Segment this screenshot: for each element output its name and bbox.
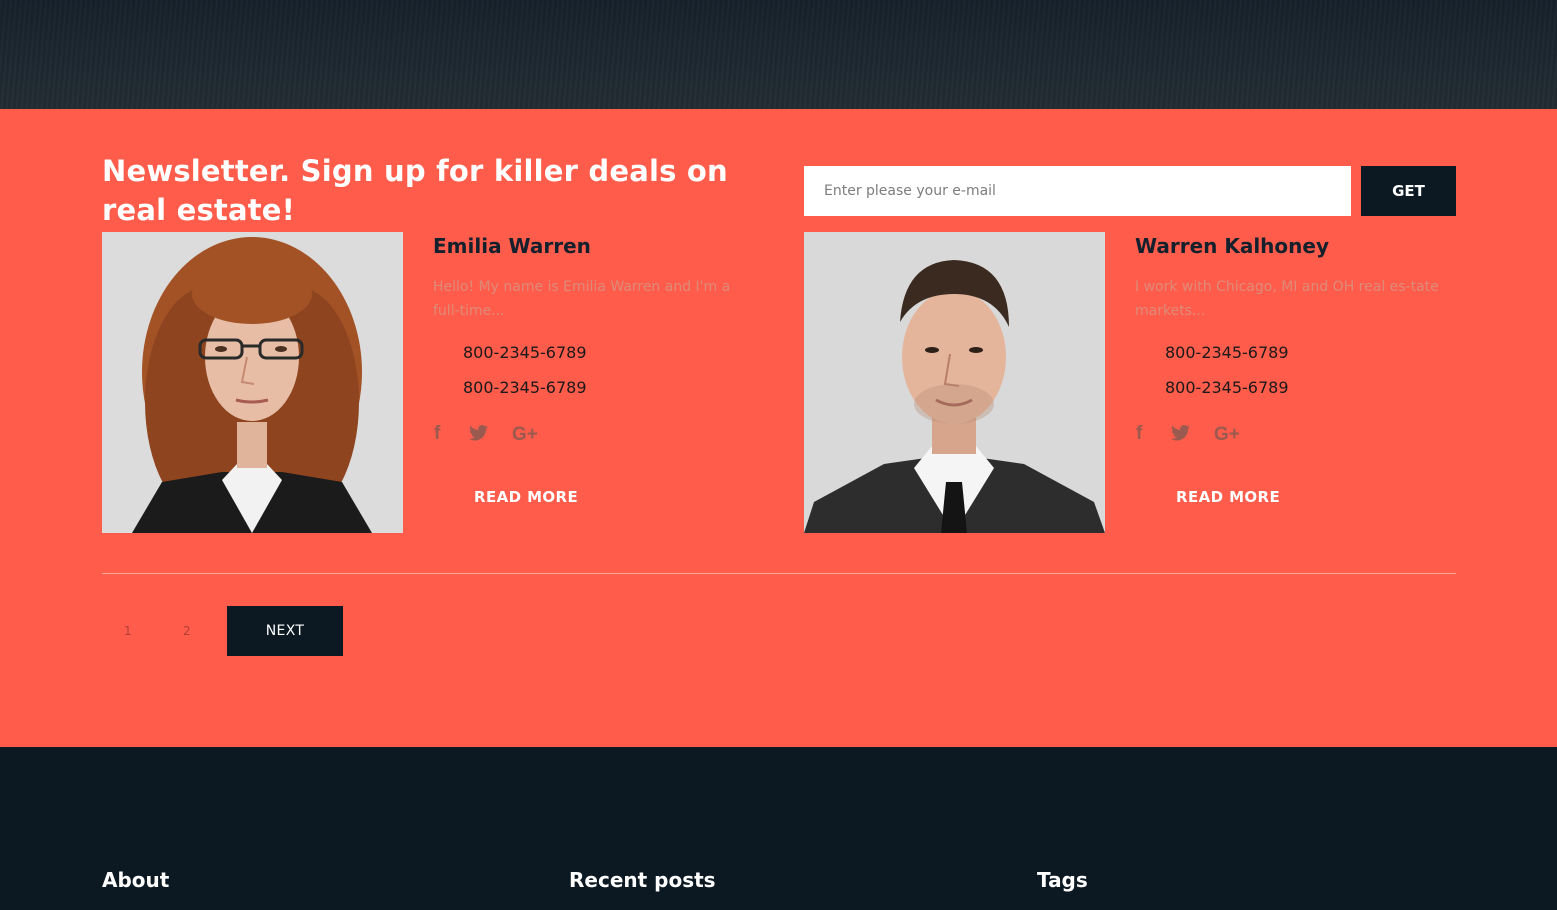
email-input[interactable] xyxy=(804,166,1351,216)
footer-about-heading: About xyxy=(102,868,170,892)
get-button[interactable]: GET xyxy=(1361,166,1456,216)
hero-texture xyxy=(0,0,1557,109)
facebook-icon[interactable]: f xyxy=(1136,423,1142,445)
page-link-2[interactable]: 2 xyxy=(183,624,191,638)
agent-portrait-image xyxy=(102,232,403,533)
agent-phone-secondary[interactable]: 800-2345-6789 xyxy=(1165,378,1289,397)
agent-bio: I work with Chicago, MI and OH real es-t… xyxy=(1135,279,1439,319)
google-plus-icon[interactable]: G+ xyxy=(512,424,538,446)
next-page-button[interactable]: NEXT xyxy=(227,606,343,656)
agent-photo-warren-kalhoney[interactable] xyxy=(804,232,1105,533)
footer-tags-heading: Tags xyxy=(1037,868,1088,892)
agent-bio: Hello! My name is Emilia Warren and I'm … xyxy=(433,279,731,319)
agent-phone-primary[interactable]: 800-2345-6789 xyxy=(463,343,587,362)
read-more-link[interactable]: READ MORE xyxy=(1176,488,1280,506)
page-link-1[interactable]: 1 xyxy=(124,624,132,638)
footer-recent-posts-heading: Recent posts xyxy=(569,868,716,892)
newsletter-title: Newsletter. Sign up for killer deals on … xyxy=(102,154,728,227)
twitter-icon[interactable] xyxy=(1171,425,1190,447)
twitter-icon[interactable] xyxy=(469,425,488,447)
hero-background xyxy=(0,0,1557,109)
agent-phone-primary[interactable]: 800-2345-6789 xyxy=(1165,343,1289,362)
twitter-icon-glyph xyxy=(469,425,488,441)
google-plus-icon[interactable]: G+ xyxy=(1214,424,1240,446)
agent-portrait-image xyxy=(804,232,1105,533)
agent-photo-emilia-warren[interactable] xyxy=(102,232,403,533)
agent-phone-secondary[interactable]: 800-2345-6789 xyxy=(463,378,587,397)
read-more-link[interactable]: READ MORE xyxy=(474,488,578,506)
section-divider xyxy=(102,573,1456,574)
agent-name[interactable]: Emilia Warren xyxy=(433,234,591,258)
agent-name[interactable]: Warren Kalhoney xyxy=(1135,234,1329,258)
twitter-icon-glyph xyxy=(1171,425,1190,441)
facebook-icon[interactable]: f xyxy=(434,423,440,445)
